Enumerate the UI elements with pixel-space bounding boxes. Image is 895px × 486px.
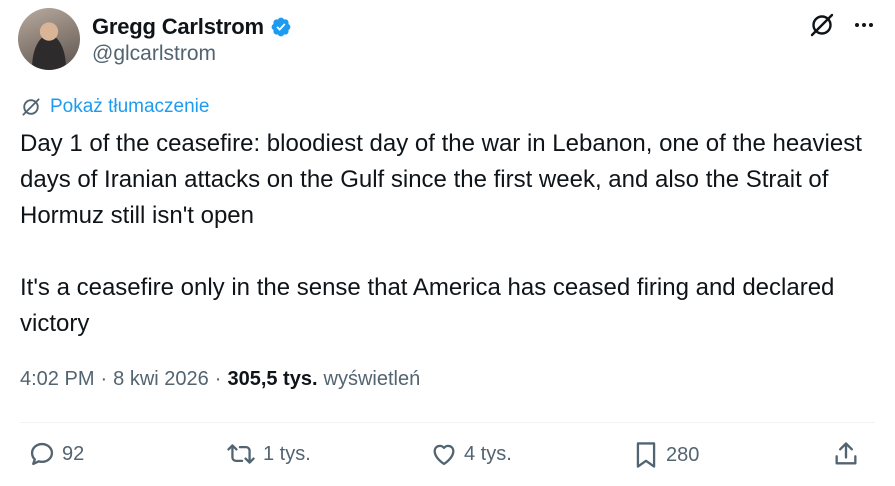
verified-badge-icon xyxy=(271,17,291,37)
translate-label: Pokaż tłumaczenie xyxy=(50,96,210,117)
tweet-paragraph-1: Day 1 of the ceasefire: bloodiest day of… xyxy=(20,130,862,229)
repost-count: 1 tys. xyxy=(263,442,311,465)
reply-button[interactable]: 92 xyxy=(28,440,84,468)
tweet-paragraph-2: It's a ceasefire only in the sense that … xyxy=(20,274,835,337)
meta-separator: · xyxy=(100,368,108,390)
action-bar: 92 1 tys. 4 tys. 280 xyxy=(20,440,875,480)
tweet-header: Gregg Carlstrom @glcarlstrom xyxy=(18,8,875,72)
bookmark-icon xyxy=(636,442,656,468)
like-icon xyxy=(433,444,455,466)
tweet-text: Day 1 of the ceasefire: bloodiest day of… xyxy=(20,126,870,342)
meta-separator: · xyxy=(214,368,222,390)
views-label: wyświetleń xyxy=(323,368,421,390)
author-handle[interactable]: @glcarlstrom xyxy=(92,42,216,66)
tweet-time[interactable]: 4:02 PM xyxy=(20,368,94,391)
like-button[interactable]: 4 tys. xyxy=(430,440,512,468)
translate-link[interactable]: Pokaż tłumaczenie xyxy=(20,96,209,118)
grok-icon[interactable] xyxy=(809,12,835,38)
author-name[interactable]: Gregg Carlstrom xyxy=(92,14,264,40)
repost-button[interactable]: 1 tys. xyxy=(225,440,311,468)
bookmark-count: 280 xyxy=(666,443,700,466)
like-count: 4 tys. xyxy=(464,442,512,465)
reply-icon xyxy=(30,442,54,466)
divider xyxy=(20,422,875,423)
repost-icon xyxy=(227,444,255,464)
tweet-meta: 4:02 PM · 8 kwi 2026 · 305,5 tys. wyświe… xyxy=(20,368,420,391)
views-count: 305,5 tys. xyxy=(227,368,318,390)
share-button[interactable] xyxy=(832,440,860,468)
more-icon[interactable] xyxy=(853,14,875,36)
share-icon xyxy=(835,442,857,465)
reply-count: 92 xyxy=(62,442,85,465)
tweet-date[interactable]: 8 kwi 2026 xyxy=(113,368,209,391)
avatar[interactable] xyxy=(18,8,80,70)
author-name-row: Gregg Carlstrom xyxy=(92,14,292,40)
top-right-actions xyxy=(809,12,875,38)
grok-icon xyxy=(22,98,40,116)
bookmark-button[interactable]: 280 xyxy=(632,440,699,470)
